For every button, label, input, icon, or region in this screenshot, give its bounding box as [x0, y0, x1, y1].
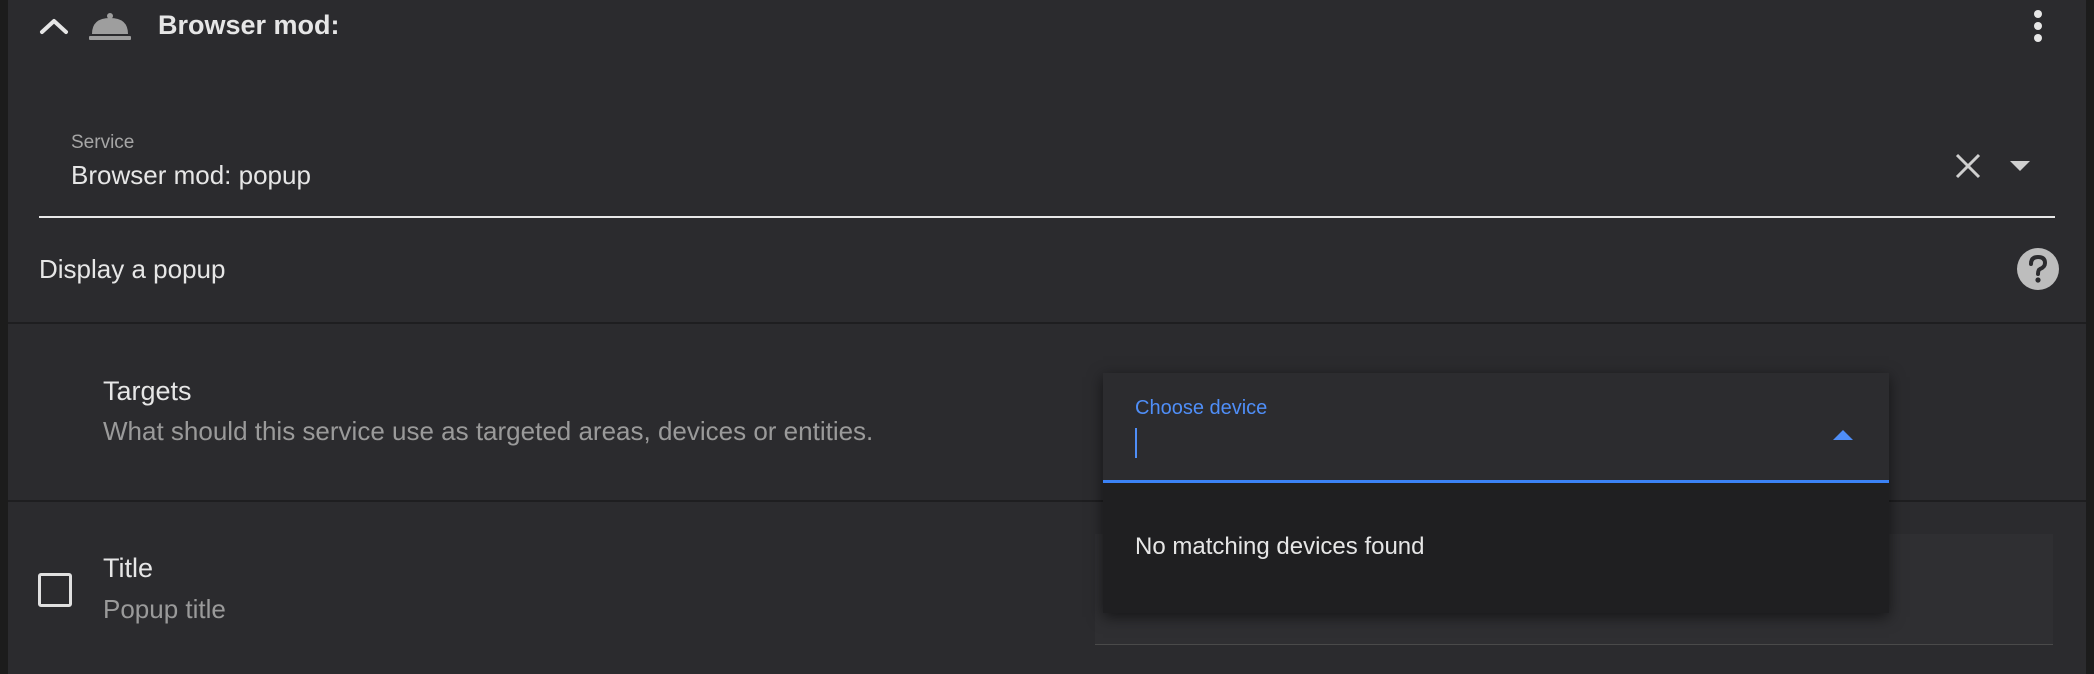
service-label: Service [71, 132, 135, 153]
service-value[interactable]: Browser mod: popup [71, 160, 311, 191]
service-picker[interactable]: Service Browser mod: popup [39, 120, 2055, 218]
device-picker-dropdown[interactable]: Choose device No matching devices found [1103, 373, 1889, 613]
card-header[interactable]: Browser mod: [8, 0, 2086, 50]
room-service-icon [88, 10, 132, 42]
title-field-description: Popup title [103, 594, 226, 624]
menu-up-icon[interactable] [1829, 423, 1857, 447]
text-cursor [1135, 428, 1137, 458]
title-checkbox[interactable] [38, 573, 72, 607]
service-description: Display a popup [39, 254, 226, 284]
no-results-message: No matching devices found [1135, 533, 1425, 560]
menu-down-icon[interactable] [2005, 150, 2035, 182]
device-picker-label: Choose device [1135, 397, 1268, 419]
dots-vertical-icon[interactable] [2026, 8, 2050, 44]
card-title: Browser mod: [158, 10, 340, 40]
help-circle-icon[interactable] [2015, 246, 2061, 292]
divider [8, 322, 2086, 324]
targets-title: Targets [103, 376, 192, 406]
title-field-label: Title [103, 553, 154, 583]
device-picker-input[interactable]: Choose device [1103, 373, 1889, 483]
service-action-card: Browser mod: Service Browser mod: popup … [8, 0, 2086, 674]
targets-description: What should this service use as targeted… [103, 416, 874, 446]
chevron-up-icon[interactable] [34, 12, 74, 40]
close-icon[interactable] [1952, 150, 1984, 182]
